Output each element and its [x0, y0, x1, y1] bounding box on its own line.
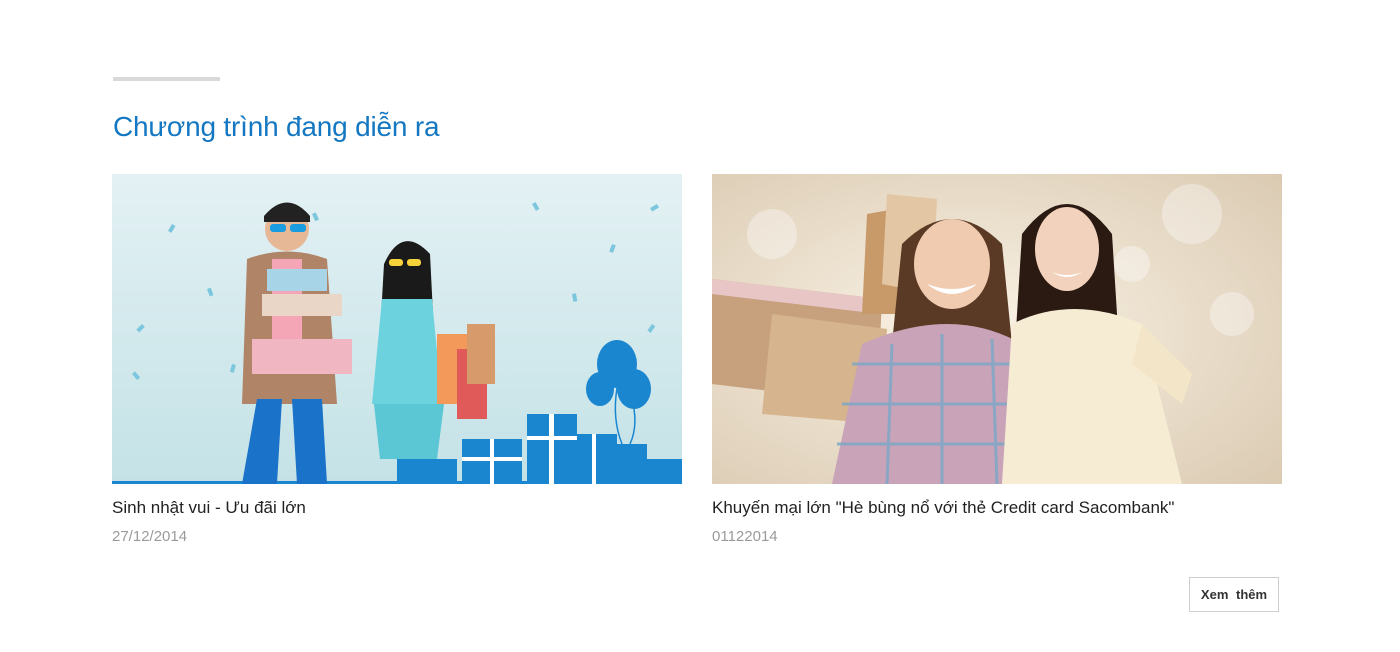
- promo-title[interactable]: Sinh nhật vui - Ưu đãi lớn: [112, 497, 682, 519]
- birthday-promo-image[interactable]: [112, 174, 682, 484]
- promo-card[interactable]: Khuyến mại lớn "Hè bùng nổ với thẻ Credi…: [712, 174, 1282, 547]
- shopping-promo-image[interactable]: [712, 174, 1282, 484]
- promo-card[interactable]: Sinh nhật vui - Ưu đãi lớn 27/12/2014: [112, 174, 682, 547]
- see-more-button[interactable]: Xem thêm: [1189, 577, 1279, 612]
- promo-date: 01122014: [712, 528, 778, 545]
- section-title: Chương trình đang diễn ra: [113, 111, 440, 142]
- section-divider: [113, 77, 220, 81]
- promo-date: 27/12/2014: [112, 528, 188, 545]
- promo-title[interactable]: Khuyến mại lớn "Hè bùng nổ với thẻ Credi…: [712, 497, 1282, 519]
